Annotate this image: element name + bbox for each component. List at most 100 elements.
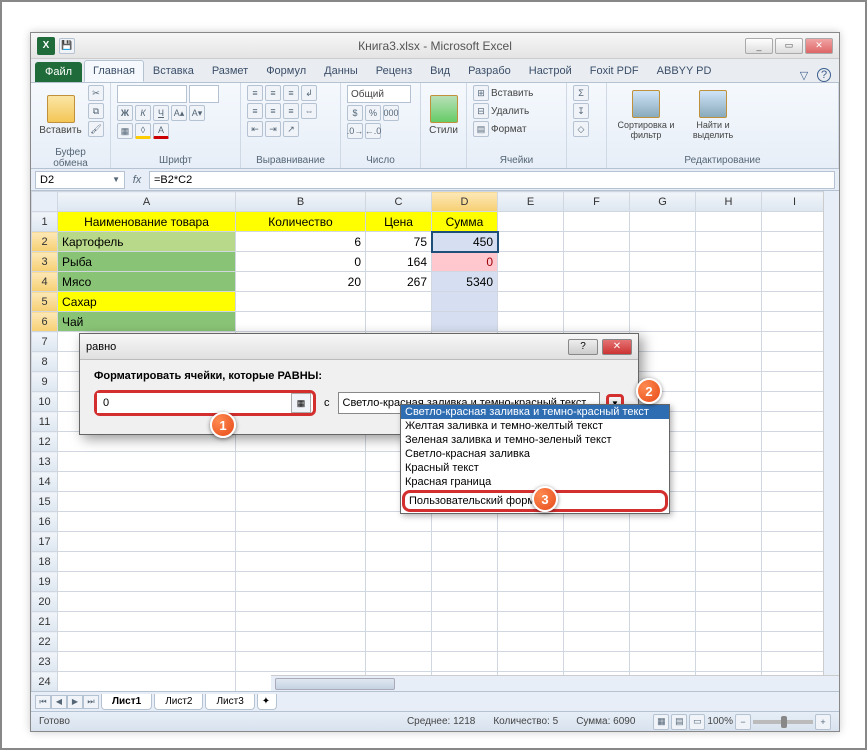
cell[interactable] [236, 572, 366, 592]
cell[interactable] [366, 652, 432, 672]
row-header[interactable]: 5 [32, 292, 58, 312]
format-option[interactable]: Красный текст [401, 461, 669, 475]
cell[interactable] [498, 512, 564, 532]
align-left-icon[interactable]: ≡ [247, 103, 263, 119]
tab-addins[interactable]: Настрой [520, 60, 581, 82]
sheet-nav-prev[interactable]: ◀ [51, 695, 67, 709]
close-button[interactable]: ✕ [805, 38, 833, 54]
row-header[interactable]: 1 [32, 212, 58, 232]
sheet-tab-new[interactable]: ✦ [257, 694, 277, 710]
cell-selected[interactable]: 450 [432, 232, 498, 252]
cell[interactable]: Мясо [58, 272, 236, 292]
cell[interactable] [630, 572, 696, 592]
cell[interactable] [58, 572, 236, 592]
row-header[interactable]: 21 [32, 612, 58, 632]
sheet-nav-last[interactable]: ⏭ [83, 695, 99, 709]
formula-bar[interactable]: =B2*C2 [149, 171, 835, 189]
tab-data[interactable]: Данны [315, 60, 367, 82]
cell[interactable] [630, 272, 696, 292]
col-header[interactable]: F [564, 192, 630, 212]
cell[interactable] [762, 332, 828, 352]
cell[interactable] [762, 532, 828, 552]
cell[interactable]: 267 [366, 272, 432, 292]
qat-save-icon[interactable]: 💾 [59, 38, 75, 54]
percent-icon[interactable]: % [365, 105, 381, 121]
row-header[interactable]: 14 [32, 472, 58, 492]
cell[interactable] [58, 472, 236, 492]
row-header[interactable]: 3 [32, 252, 58, 272]
cell[interactable] [564, 512, 630, 532]
format-cell-label[interactable]: Формат [491, 124, 527, 135]
cell[interactable]: Картофель [58, 232, 236, 252]
cell[interactable] [564, 272, 630, 292]
cell[interactable] [630, 592, 696, 612]
cell[interactable] [236, 632, 366, 652]
zoom-out-icon[interactable]: − [735, 714, 751, 730]
cell[interactable] [630, 532, 696, 552]
col-header[interactable]: A [58, 192, 236, 212]
format-cell-icon[interactable]: ▤ [473, 121, 489, 137]
cell[interactable] [696, 212, 762, 232]
cell[interactable] [762, 352, 828, 372]
cell[interactable] [564, 632, 630, 652]
cell[interactable] [696, 432, 762, 452]
cell[interactable] [366, 592, 432, 612]
cell[interactable] [762, 252, 828, 272]
format-option[interactable]: Светло-красная заливка [401, 447, 669, 461]
font-size-select[interactable] [189, 85, 219, 103]
sheet-tab-1[interactable]: Лист1 [101, 694, 152, 710]
cell[interactable] [432, 572, 498, 592]
cell[interactable] [366, 632, 432, 652]
cell[interactable] [696, 512, 762, 532]
cell[interactable] [564, 252, 630, 272]
cell[interactable] [432, 512, 498, 532]
cell[interactable] [630, 212, 696, 232]
cell[interactable] [58, 632, 236, 652]
cell[interactable] [564, 572, 630, 592]
cell[interactable] [564, 652, 630, 672]
cell[interactable] [564, 232, 630, 252]
cell[interactable] [366, 312, 432, 332]
cell[interactable] [762, 292, 828, 312]
format-painter-icon[interactable]: 🖌 [88, 121, 104, 137]
row-header[interactable]: 19 [32, 572, 58, 592]
row-header[interactable]: 16 [32, 512, 58, 532]
cell[interactable] [58, 592, 236, 612]
insert-cell-label[interactable]: Вставить [491, 88, 533, 99]
cell[interactable] [366, 292, 432, 312]
value-input[interactable] [97, 393, 291, 413]
range-picker-icon[interactable]: ▦ [291, 393, 311, 413]
fx-icon[interactable]: fx [129, 174, 145, 186]
cell[interactable]: Сахар [58, 292, 236, 312]
row-header[interactable]: 13 [32, 452, 58, 472]
delete-cell-label[interactable]: Удалить [491, 106, 529, 117]
cell[interactable]: 5340 [432, 272, 498, 292]
col-header[interactable]: I [762, 192, 828, 212]
font-color-icon[interactable]: A [153, 123, 169, 139]
cell[interactable]: 6 [236, 232, 366, 252]
cell[interactable] [432, 612, 498, 632]
cell[interactable]: 0 [432, 252, 498, 272]
cell[interactable] [762, 432, 828, 452]
cell[interactable] [498, 292, 564, 312]
cell[interactable] [58, 552, 236, 572]
row-header[interactable]: 20 [32, 592, 58, 612]
cell[interactable] [762, 492, 828, 512]
cell[interactable] [498, 592, 564, 612]
fill-icon[interactable]: ↧ [573, 103, 589, 119]
cell[interactable] [498, 532, 564, 552]
maximize-button[interactable]: ▭ [775, 38, 803, 54]
tab-view[interactable]: Вид [421, 60, 459, 82]
cell[interactable] [236, 612, 366, 632]
cell[interactable] [630, 252, 696, 272]
dialog-help-button[interactable]: ? [568, 339, 598, 355]
cell[interactable] [236, 452, 366, 472]
namebox-dropdown-icon[interactable]: ▼ [112, 175, 120, 184]
row-header[interactable]: 9 [32, 372, 58, 392]
cell[interactable]: 75 [366, 232, 432, 252]
format-option[interactable]: Зеленая заливка и темно-зеленый текст [401, 433, 669, 447]
bold-icon[interactable]: Ж [117, 105, 133, 121]
indent-inc-icon[interactable]: ⇥ [265, 121, 281, 137]
cell[interactable] [564, 212, 630, 232]
ribbon-minimize-icon[interactable]: ▽ [797, 68, 811, 82]
